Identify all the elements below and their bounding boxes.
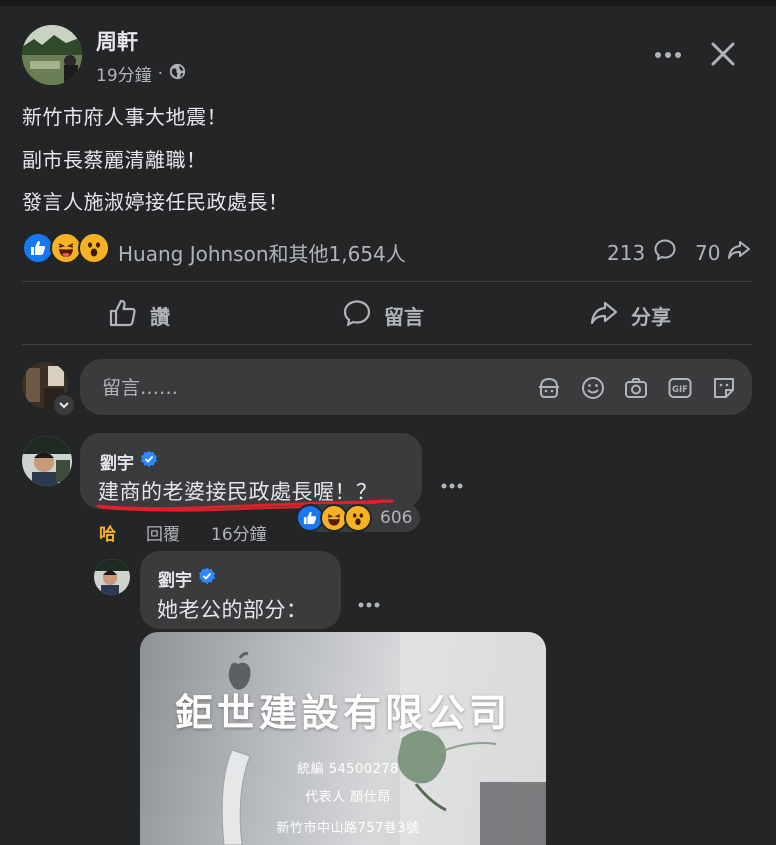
post-time[interactable]: 19分鐘: [96, 61, 152, 86]
wow-reaction-icon: [78, 232, 110, 264]
reaction-icons[interactable]: [22, 232, 112, 264]
comment-author-name: 劉宇: [100, 454, 134, 474]
comment-icon: [342, 298, 372, 333]
divider-top: [22, 281, 752, 282]
divider-bottom: [22, 344, 752, 345]
like-button-label: 讚: [150, 305, 170, 329]
comments-count-value: 213: [607, 240, 646, 265]
globe-icon: [169, 63, 186, 85]
image-background-graphic: [221, 632, 546, 845]
like-icon: [108, 298, 138, 333]
reply-author-name: 劉宇: [158, 571, 192, 591]
company-tax-id: 統編 54500278: [297, 762, 399, 777]
share-button[interactable]: 分享: [589, 298, 671, 333]
company-name: 鉅世建設有限公司: [174, 691, 511, 735]
comment-reactions[interactable]: 606: [296, 504, 420, 532]
shares-count[interactable]: 70: [695, 238, 752, 267]
more-icon[interactable]: [654, 40, 682, 65]
svg-text:GIF: GIF: [672, 385, 688, 395]
commenter-avatar[interactable]: [22, 436, 72, 486]
comment-time[interactable]: 16分鐘: [211, 520, 267, 545]
comment-reaction-link[interactable]: 哈: [99, 520, 116, 545]
reply-avatar[interactable]: [94, 559, 130, 595]
reply-verified-badge-icon: [198, 567, 216, 590]
reactions-summary[interactable]: Huang Johnson和其他1,654人: [118, 238, 406, 267]
sticker-icon[interactable]: [711, 375, 737, 401]
close-icon[interactable]: [709, 40, 737, 68]
meta-separator: ·: [157, 63, 164, 84]
reply-more-icon[interactable]: [358, 589, 380, 614]
author-avatar[interactable]: [22, 25, 82, 85]
post-line-3: 發言人施淑婷接任民政處長！: [22, 190, 289, 214]
comment-wow-reaction-icon: [344, 504, 372, 532]
attached-image[interactable]: 鉅世建設有限公司 統編 54500278 代表人 顏仕昂 新竹市中山路757巷3…: [140, 632, 546, 845]
company-representative: 代表人 顏仕昂: [305, 790, 391, 805]
verified-badge-icon: [140, 450, 158, 473]
gif-icon[interactable]: GIF: [667, 375, 693, 401]
comment-more-icon[interactable]: [441, 470, 463, 495]
comments-count[interactable]: 213: [607, 238, 677, 267]
share-count-icon: [726, 238, 752, 267]
comment-button[interactable]: 留言: [342, 298, 424, 333]
avatar-frame-icon[interactable]: [536, 375, 562, 401]
comment-count-icon: [653, 238, 677, 267]
top-strip: [0, 0, 776, 6]
post-line-2: 副市長蔡麗清離職！: [22, 148, 207, 172]
post-author-name[interactable]: 周軒: [96, 26, 138, 56]
reply-text: 她老公的部分：: [157, 598, 308, 622]
comment-input[interactable]: [100, 373, 404, 403]
comment-button-label: 留言: [384, 305, 424, 329]
company-address: 新竹市中山路757巷3號: [276, 821, 420, 836]
share-icon: [589, 298, 619, 333]
shares-count-value: 70: [695, 240, 721, 265]
reply-bubble: 劉宇 她老公的部分：: [140, 551, 341, 629]
comment-composer[interactable]: GIF: [80, 359, 752, 415]
avatar-menu-icon[interactable]: [52, 393, 76, 417]
reply-author[interactable]: 劉宇: [158, 566, 216, 591]
comment-author[interactable]: 劉宇: [100, 449, 158, 474]
comment-reaction-count: 606: [380, 508, 413, 528]
emoji-icon[interactable]: [580, 375, 606, 401]
share-button-label: 分享: [631, 305, 671, 329]
like-button[interactable]: 讚: [108, 298, 170, 333]
camera-icon[interactable]: [623, 375, 649, 401]
post-meta: 19分鐘 ·: [96, 61, 186, 86]
reply-link[interactable]: 回覆: [146, 520, 180, 545]
post-line-1: 新竹市府人事大地震！: [22, 105, 227, 129]
